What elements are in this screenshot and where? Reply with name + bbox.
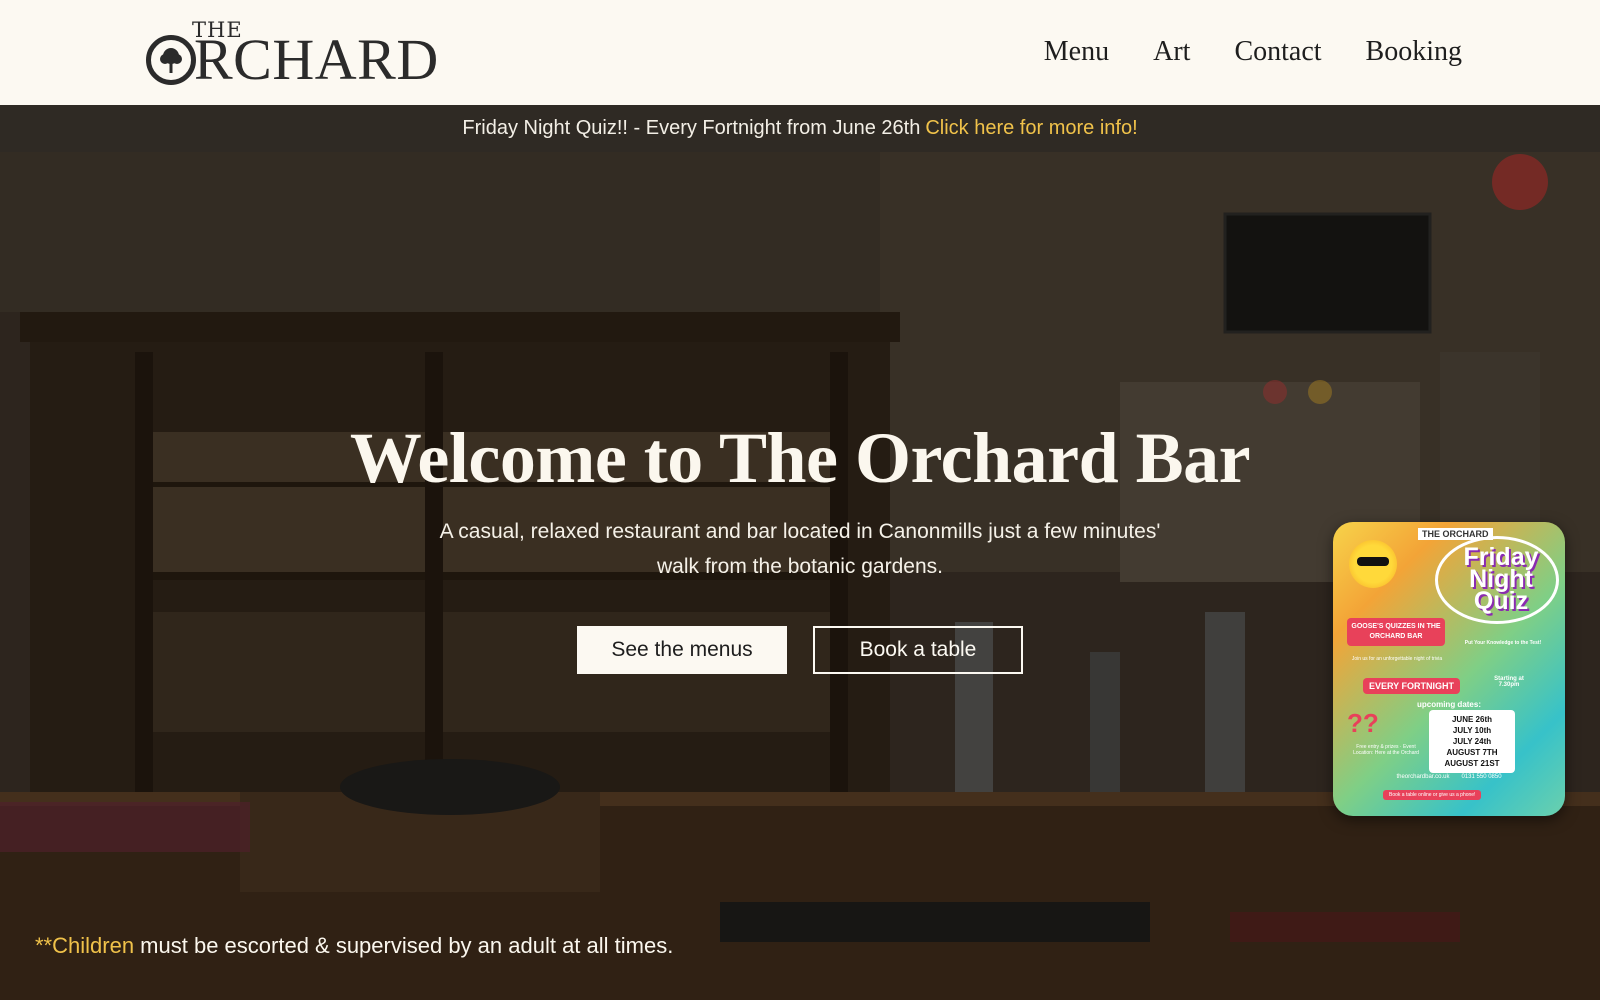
poster-start: Starting at 7.30pm — [1494, 676, 1524, 688]
nav-contact[interactable]: Contact — [1234, 36, 1321, 68]
sun-sunglasses-icon — [1349, 540, 1397, 588]
poster-book: Book a table online or give us a phone! — [1383, 790, 1482, 800]
poster-dates: JUNE 26th JULY 10th JULY 24th AUGUST 7TH… — [1429, 710, 1515, 773]
announcement-link[interactable]: Click here for more info! — [925, 117, 1137, 140]
poster-tag: GOOSE'S QUIZZES IN THE ORCHARD BAR — [1347, 618, 1445, 646]
nav-booking[interactable]: Booking — [1366, 36, 1462, 68]
children-notice: **Children must be escorted & supervised… — [35, 933, 673, 959]
poster-free: Free entry & prizes · Event Location: He… — [1353, 744, 1419, 756]
question-mark-icon: ?? — [1347, 708, 1379, 738]
nav-menu[interactable]: Menu — [1044, 36, 1109, 68]
notice-highlight: **Children — [35, 933, 135, 958]
site-header: THE RCHARD Menu Art Contact Booking — [0, 0, 1600, 105]
tree-icon — [146, 35, 196, 85]
poster-join: Join us for an unforgettable night of tr… — [1351, 656, 1443, 662]
orchard-logo[interactable]: THE RCHARD — [146, 18, 438, 89]
announcement-text: Friday Night Quiz!! - Every Fortnight fr… — [462, 117, 921, 139]
poster-contact: theorchardbar.co.uk 0131 550 0850 — [1333, 774, 1565, 780]
logo-wordmark: RCHARD — [194, 27, 439, 92]
notice-text: must be escorted & supervised by an adul… — [134, 933, 674, 958]
poster-frequency: EVERY FORTNIGHT — [1363, 678, 1461, 694]
main-nav: Menu Art Contact Booking — [1044, 36, 1462, 68]
hero-title: Welcome to The Orchard Bar — [349, 418, 1251, 498]
poster-phone: 0131 550 0850 — [1461, 774, 1502, 780]
hero-subtitle: A casual, relaxed restaurant and bar loc… — [439, 520, 1161, 578]
poster-put: Put Your Knowledge to the Test! — [1464, 640, 1542, 646]
poster-title: Friday Night Quiz — [1463, 543, 1539, 615]
quiz-poster[interactable]: THE ORCHARD Friday Night Quiz GOOSE'S QU… — [1333, 522, 1565, 816]
announcement-bar: Friday Night Quiz!! - Every Fortnight fr… — [0, 105, 1600, 152]
see-menus-button[interactable]: See the menus — [577, 626, 787, 674]
poster-website: theorchardbar.co.uk — [1396, 774, 1450, 780]
book-table-button[interactable]: Book a table — [813, 626, 1023, 674]
nav-art[interactable]: Art — [1153, 36, 1190, 68]
